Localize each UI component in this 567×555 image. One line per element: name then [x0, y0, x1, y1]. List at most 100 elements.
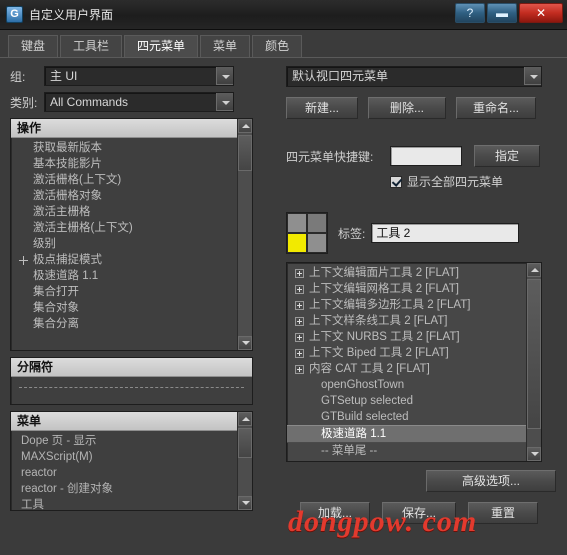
plus-box-icon[interactable] [295, 365, 304, 374]
list-item[interactable]: 上下文编辑网格工具 2 [FLAT] [287, 281, 541, 297]
list-item[interactable]: 上下文编辑面片工具 2 [FLAT] [287, 265, 541, 281]
list-item[interactable]: Dope 页 - 显示 [11, 433, 252, 449]
actions-scrollbar[interactable] [237, 119, 252, 350]
scroll-thumb[interactable] [238, 428, 252, 458]
checkbox-icon[interactable] [390, 175, 402, 188]
scroll-thumb[interactable] [238, 135, 252, 171]
list-item-label: reactor [21, 467, 57, 479]
plus-box-icon[interactable] [295, 333, 304, 342]
help-button[interactable]: ? [455, 3, 485, 23]
list-item[interactable]: 上下文 NURBS 工具 2 [FLAT] [287, 329, 541, 345]
advanced-options-button[interactable]: 高级选项... [426, 470, 556, 492]
list-item-label: 上下文编辑多边形工具 2 [FLAT] [309, 299, 471, 311]
tab-keyboard[interactable]: 键盘 [8, 35, 59, 57]
chevron-down-icon[interactable] [216, 67, 233, 85]
list-item[interactable]: 上下文样条线工具 2 [FLAT] [287, 313, 541, 329]
list-item[interactable]: 基本技能影片 [11, 156, 252, 172]
list-item[interactable]: 上下文编辑多边形工具 2 [FLAT] [287, 297, 541, 313]
list-item[interactable]: 激活栅格(上下文) [11, 172, 252, 188]
list-item-selected[interactable]: 极速道路 1.1 [287, 425, 541, 443]
scroll-up-icon[interactable] [238, 412, 252, 426]
list-item[interactable]: 集合对象 [11, 300, 252, 316]
group-combo[interactable]: 主 UI [44, 66, 234, 86]
scroll-up-icon[interactable] [238, 119, 252, 133]
category-combo-value: All Commands [50, 95, 129, 109]
list-item-label: 上下文样条线工具 2 [FLAT] [309, 315, 448, 327]
assign-button[interactable]: 指定 [474, 145, 540, 167]
window-controls: ? ▬ ✕ [455, 3, 563, 23]
quad-preview[interactable] [286, 212, 328, 254]
menu-header: 菜单 [11, 412, 252, 431]
plus-box-icon[interactable] [295, 269, 304, 278]
list-item[interactable]: -- 菜单尾 -- [287, 443, 541, 459]
quad-bottom-left[interactable] [287, 233, 307, 253]
list-item[interactable]: 极速道路 1.1 [11, 268, 252, 284]
quad-bottom-right[interactable] [307, 233, 327, 253]
minimize-button[interactable]: ▬ [487, 3, 517, 23]
list-item[interactable]: 极点捕捉模式 [11, 252, 252, 268]
scroll-up-icon[interactable] [527, 263, 541, 277]
quad-top-left[interactable] [287, 213, 307, 233]
scroll-thumb[interactable] [527, 279, 541, 429]
quad-items-scrollbar[interactable] [526, 263, 541, 461]
list-item[interactable]: 激活主栅格 [11, 204, 252, 220]
list-item-label: Dope 页 - 显示 [21, 435, 97, 447]
plus-box-icon[interactable] [295, 317, 304, 326]
title-bar: G 自定义用户界面 ? ▬ ✕ [0, 0, 567, 30]
plus-box-icon[interactable] [295, 349, 304, 358]
list-item-label: -- 菜单尾 -- [321, 445, 378, 457]
tab-menu[interactable]: 菜单 [200, 35, 251, 57]
separator-box[interactable]: 分隔符 [10, 357, 253, 405]
quad-set-combo[interactable]: 默认视口四元菜单 [286, 66, 542, 87]
quad-items-listbox[interactable]: 上下文编辑面片工具 2 [FLAT] 上下文编辑网格工具 2 [FLAT] 上下… [286, 262, 542, 462]
new-button[interactable]: 新建... [286, 97, 358, 119]
reset-button[interactable]: 重置 [468, 502, 538, 524]
list-item[interactable]: 工具 [11, 497, 252, 510]
chevron-down-icon[interactable] [216, 93, 233, 111]
rename-button[interactable]: 重命名... [456, 97, 536, 119]
tab-colors[interactable]: 颜色 [252, 35, 303, 57]
list-item[interactable]: 上下文 Biped 工具 2 [FLAT] [287, 345, 541, 361]
group-combo-value: 主 UI [50, 69, 78, 83]
list-item-label: reactor - 创建对象 [21, 483, 114, 495]
list-item[interactable]: 集合分离 [11, 316, 252, 332]
tab-quad-menu[interactable]: 四元菜单 [124, 35, 199, 57]
list-item-label: GTSetup selected [321, 395, 414, 407]
list-item[interactable]: reactor - 创建对象 [11, 481, 252, 497]
close-button[interactable]: ✕ [519, 3, 563, 23]
list-item[interactable]: GTSetup selected [287, 393, 541, 409]
scroll-down-icon[interactable] [527, 447, 541, 461]
shortcut-input[interactable] [390, 146, 462, 166]
list-item[interactable]: 级别 [11, 236, 252, 252]
dialog-body: 组: 主 UI 类别: All Commands 操作 获取最新版本 基本技能影… [0, 58, 567, 555]
menu-scrollbar[interactable] [237, 412, 252, 510]
plus-box-icon[interactable] [295, 285, 304, 294]
quad-top-right[interactable] [307, 213, 327, 233]
show-all-checkbox[interactable]: 显示全部四元菜单 [390, 173, 556, 190]
list-item[interactable]: 获取最新版本 [11, 140, 252, 156]
chevron-down-icon[interactable] [524, 67, 541, 85]
list-item[interactable]: MAXScript(M) [11, 449, 252, 465]
list-item[interactable]: 激活主栅格(上下文) [11, 220, 252, 236]
quad-set-value: 默认视口四元菜单 [292, 69, 389, 83]
scroll-down-icon[interactable] [238, 336, 252, 350]
list-item-label: 获取最新版本 [33, 142, 102, 154]
list-item[interactable]: openGhostTown [287, 377, 541, 393]
list-item[interactable]: 激活栅格对象 [11, 188, 252, 204]
label-input[interactable]: 工具 2 [371, 223, 520, 243]
tab-toolbar[interactable]: 工具栏 [60, 35, 123, 57]
group-row: 组: 主 UI [10, 66, 268, 86]
actions-listbox[interactable]: 操作 获取最新版本 基本技能影片 激活栅格(上下文) 激活栅格对象 激活主栅格 … [10, 118, 253, 351]
delete-button[interactable]: 删除... [368, 97, 446, 119]
list-item-label: 集合打开 [33, 286, 79, 298]
list-item-label: 内容 CAT 工具 2 [FLAT] [309, 363, 430, 375]
list-item[interactable]: GTBuild selected [287, 409, 541, 425]
list-item-label: 激活栅格(上下文) [33, 174, 122, 186]
list-item[interactable]: reactor [11, 465, 252, 481]
category-combo[interactable]: All Commands [44, 92, 234, 112]
list-item[interactable]: 内容 CAT 工具 2 [FLAT] [287, 361, 541, 377]
list-item[interactable]: 集合打开 [11, 284, 252, 300]
menu-listbox[interactable]: 菜单 Dope 页 - 显示 MAXScript(M) reactor reac… [10, 411, 253, 511]
scroll-down-icon[interactable] [238, 496, 252, 510]
plus-box-icon[interactable] [295, 301, 304, 310]
